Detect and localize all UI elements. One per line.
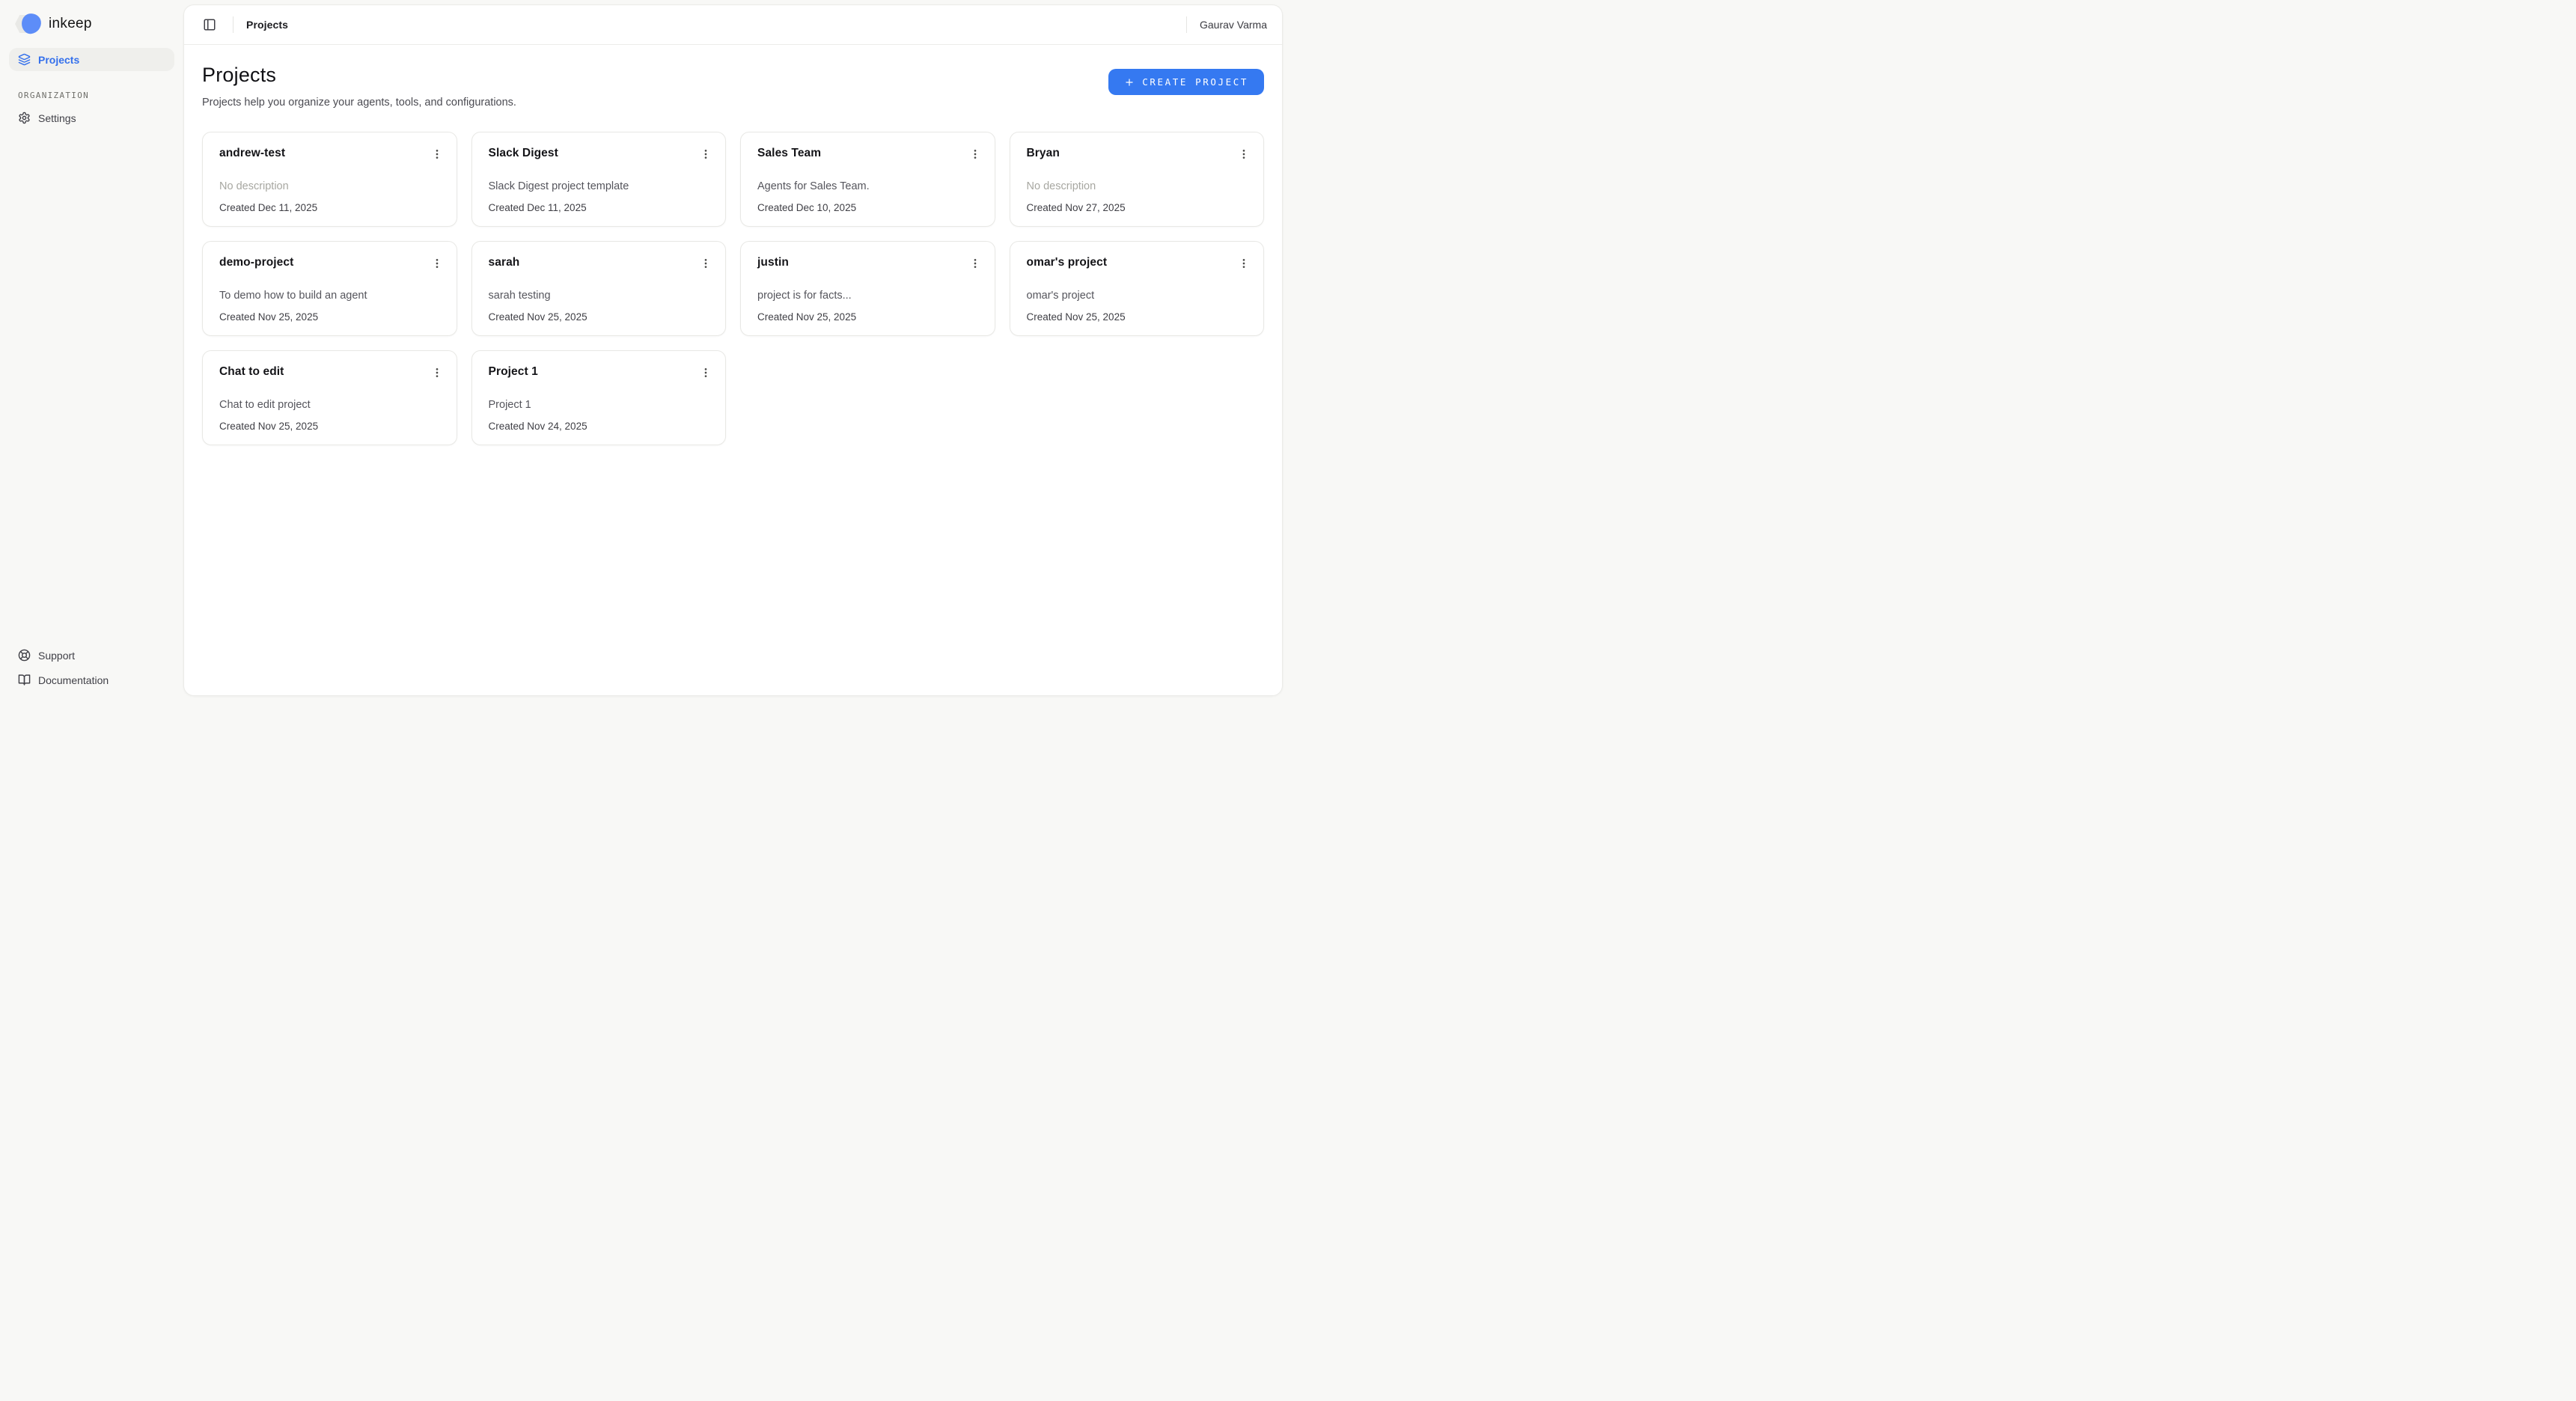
content-area: Projects Projects help you organize your… — [184, 45, 1282, 464]
project-card-title: Chat to edit — [219, 365, 284, 379]
project-card-menu-button[interactable] — [965, 253, 986, 274]
project-card-created: Created Nov 25, 2025 — [219, 311, 318, 323]
layers-icon — [18, 53, 31, 66]
kebab-menu-icon — [431, 148, 443, 160]
project-card-title: sarah — [489, 256, 520, 269]
inkeep-logo-icon — [15, 13, 42, 34]
project-card-created: Created Dec 11, 2025 — [489, 202, 587, 213]
project-card-menu-button[interactable] — [695, 362, 716, 383]
projects-grid: andrew-test No description Created Dec 1… — [202, 132, 1264, 445]
project-card-created: Created Nov 25, 2025 — [757, 311, 856, 323]
plus-icon — [1124, 77, 1135, 88]
project-card-description: No description — [1027, 180, 1248, 192]
project-card-menu-button[interactable] — [695, 144, 716, 165]
project-card-menu-button[interactable] — [427, 362, 448, 383]
project-card-created: Created Dec 10, 2025 — [757, 202, 856, 213]
user-menu[interactable]: Gaurav Varma — [1200, 19, 1267, 31]
brand-wordmark: inkeep — [49, 16, 92, 32]
kebab-menu-icon — [1238, 257, 1250, 269]
project-card[interactable]: Slack Digest Slack Digest project templa… — [471, 132, 727, 227]
project-card-title: Bryan — [1027, 147, 1060, 160]
kebab-menu-icon — [969, 148, 981, 160]
project-card[interactable]: Bryan No description Created Nov 27, 202… — [1010, 132, 1265, 227]
sidebar-nav: Projects — [9, 48, 174, 71]
project-card-menu-button[interactable] — [427, 253, 448, 274]
project-card-menu-button[interactable] — [427, 144, 448, 165]
sidebar-item-label: Settings — [38, 112, 76, 124]
page-header: Projects Projects help you organize your… — [202, 64, 1264, 109]
project-card[interactable]: demo-project To demo how to build an age… — [202, 241, 457, 336]
project-card[interactable]: Chat to edit Chat to edit project Create… — [202, 350, 457, 445]
project-card[interactable]: omar's project omar's project Created No… — [1010, 241, 1265, 336]
page-title: Projects — [202, 64, 516, 87]
project-card-menu-button[interactable] — [1233, 144, 1254, 165]
project-card-title: justin — [757, 256, 789, 269]
project-card-created: Created Nov 27, 2025 — [1027, 202, 1126, 213]
sidebar-item-label: Support — [38, 650, 75, 662]
project-card[interactable]: Sales Team Agents for Sales Team. Create… — [740, 132, 995, 227]
project-card-description: Chat to edit project — [219, 399, 440, 411]
project-card-title: andrew-test — [219, 147, 285, 160]
panel-left-icon — [203, 18, 216, 31]
organization-section-label: ORGANIZATION — [18, 91, 165, 100]
topbar: Projects Gaurav Varma — [184, 5, 1282, 45]
kebab-menu-icon — [431, 367, 443, 379]
project-card-title: omar's project — [1027, 256, 1108, 269]
project-card[interactable]: andrew-test No description Created Dec 1… — [202, 132, 457, 227]
topbar-divider — [233, 16, 234, 33]
kebab-menu-icon — [700, 257, 712, 269]
project-card-description: To demo how to build an agent — [219, 290, 440, 302]
project-card-title: demo-project — [219, 256, 293, 269]
sidebar-toggle-button[interactable] — [199, 14, 220, 35]
project-card[interactable]: Project 1 Project 1 Created Nov 24, 2025 — [471, 350, 727, 445]
create-project-button[interactable]: CREATE PROJECT — [1108, 69, 1264, 95]
project-card-created: Created Nov 25, 2025 — [219, 421, 318, 432]
project-card-description: project is for facts... — [757, 290, 978, 302]
project-card-menu-button[interactable] — [965, 144, 986, 165]
sidebar-item-settings[interactable]: Settings — [9, 106, 174, 129]
kebab-menu-icon — [1238, 148, 1250, 160]
project-card-title: Project 1 — [489, 365, 538, 379]
project-card-created: Created Nov 25, 2025 — [489, 311, 587, 323]
topbar-divider — [1186, 16, 1187, 33]
kebab-menu-icon — [431, 257, 443, 269]
gear-icon — [18, 112, 31, 124]
project-card-description: omar's project — [1027, 290, 1248, 302]
project-card-description: Slack Digest project template — [489, 180, 709, 192]
project-card-title: Sales Team — [757, 147, 821, 160]
project-card-menu-button[interactable] — [1233, 253, 1254, 274]
project-card-created: Created Nov 24, 2025 — [489, 421, 587, 432]
sidebar-item-support[interactable]: Support — [9, 644, 174, 667]
lifebuoy-icon — [18, 649, 31, 662]
book-open-icon — [18, 674, 31, 686]
breadcrumb: Projects — [246, 19, 288, 31]
project-card-description: No description — [219, 180, 440, 192]
project-card-title: Slack Digest — [489, 147, 558, 160]
create-project-button-label: CREATE PROJECT — [1142, 76, 1248, 88]
brand-logo[interactable]: inkeep — [9, 7, 174, 39]
kebab-menu-icon — [700, 148, 712, 160]
sidebar-item-label: Projects — [38, 54, 79, 66]
page-subtitle: Projects help you organize your agents, … — [202, 97, 516, 109]
sidebar-item-documentation[interactable]: Documentation — [9, 668, 174, 692]
project-card[interactable]: justin project is for facts... Created N… — [740, 241, 995, 336]
project-card-description: sarah testing — [489, 290, 709, 302]
main-panel: Projects Gaurav Varma Projects Projects … — [183, 4, 1283, 696]
project-card-menu-button[interactable] — [695, 253, 716, 274]
kebab-menu-icon — [700, 367, 712, 379]
project-card[interactable]: sarah sarah testing Created Nov 25, 2025 — [471, 241, 727, 336]
project-card-created: Created Nov 25, 2025 — [1027, 311, 1126, 323]
kebab-menu-icon — [969, 257, 981, 269]
project-card-description: Project 1 — [489, 399, 709, 411]
sidebar: inkeep Projects ORGANIZATION Settings Su… — [0, 0, 183, 700]
project-card-description: Agents for Sales Team. — [757, 180, 978, 192]
sidebar-item-projects[interactable]: Projects — [9, 48, 174, 71]
sidebar-item-label: Documentation — [38, 674, 109, 686]
project-card-created: Created Dec 11, 2025 — [219, 202, 317, 213]
sidebar-footer: Support Documentation — [9, 644, 174, 692]
